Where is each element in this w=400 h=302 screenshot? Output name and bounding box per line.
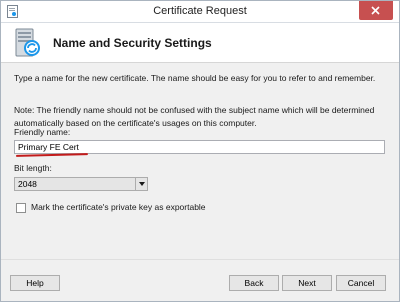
bit-length-select[interactable]: 2048 bbox=[14, 177, 148, 191]
cancel-button[interactable]: Cancel bbox=[336, 275, 386, 291]
button-bar: Help Back Next Cancel bbox=[1, 259, 399, 301]
exportable-checkbox-label[interactable]: Mark the certificate's private key as ex… bbox=[31, 201, 206, 214]
settings-content: Type a name for the new certificate. The… bbox=[1, 64, 399, 259]
page-title: Name and Security Settings bbox=[53, 36, 212, 50]
friendly-name-label: Friendly name: bbox=[14, 127, 71, 137]
title-bar[interactable]: Certificate Request bbox=[1, 1, 399, 23]
dropdown-button[interactable] bbox=[135, 178, 147, 190]
bit-length-label: Bit length: bbox=[14, 163, 52, 173]
description-text: Type a name for the new certificate. The… bbox=[14, 73, 376, 83]
close-button[interactable] bbox=[359, 1, 393, 20]
window-title: Certificate Request bbox=[153, 5, 247, 17]
back-button[interactable]: Back bbox=[229, 275, 279, 291]
bit-length-value: 2048 bbox=[18, 179, 37, 189]
certificate-request-window: Certificate Request Name and Security Se… bbox=[0, 0, 400, 302]
help-button[interactable]: Help bbox=[10, 275, 60, 291]
chevron-down-icon bbox=[139, 182, 145, 186]
friendly-name-input[interactable] bbox=[14, 140, 385, 154]
exportable-checkbox[interactable] bbox=[16, 203, 26, 213]
next-button[interactable]: Next bbox=[282, 275, 332, 291]
note-text: Note: The friendly name should not be co… bbox=[14, 105, 375, 128]
header-banner: Name and Security Settings bbox=[1, 23, 399, 63]
close-icon bbox=[371, 6, 380, 15]
certificate-server-icon bbox=[15, 28, 40, 57]
